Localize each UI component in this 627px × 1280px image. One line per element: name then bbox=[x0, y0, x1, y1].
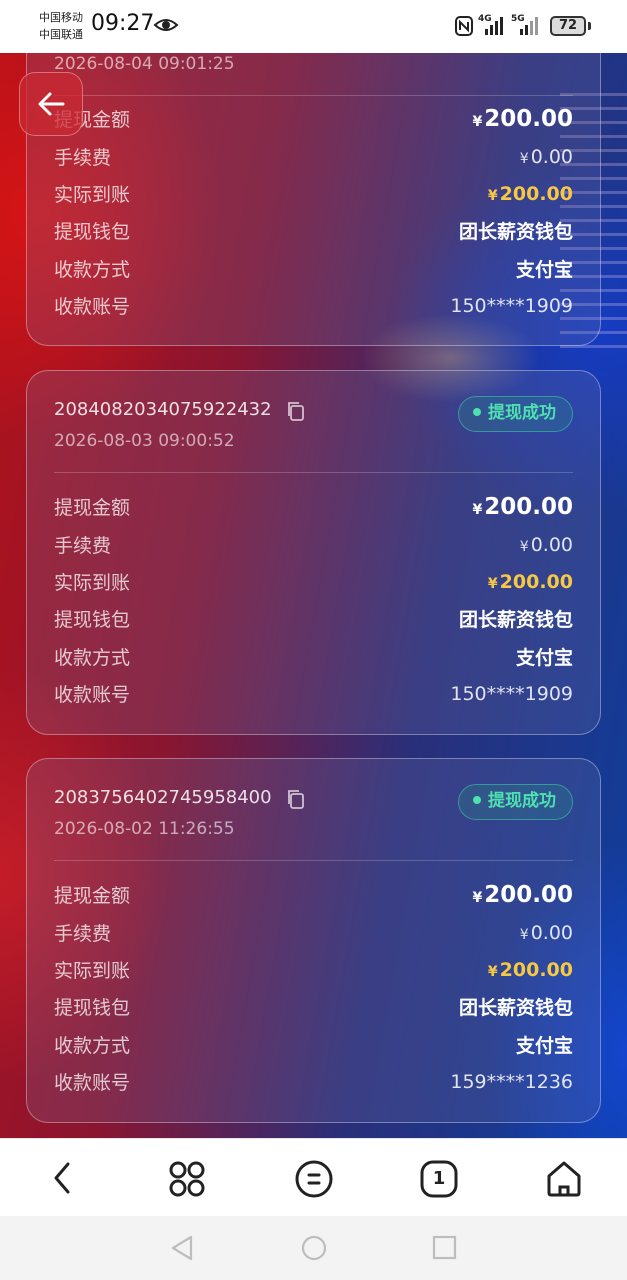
status-dot-icon bbox=[473, 408, 481, 416]
status-badge: 提现成功 bbox=[458, 784, 573, 820]
fee-amount: ¥0.00 bbox=[519, 533, 573, 556]
nfc-icon bbox=[455, 16, 473, 36]
withdrawal-card: 2026-08-04 09:01:25 提现金额 ¥200.00 手续费 ¥0.… bbox=[26, 53, 601, 346]
apps-icon[interactable] bbox=[167, 1159, 207, 1199]
row-label: 提现钱包 bbox=[54, 221, 131, 243]
detail-row: 收款方式 支付宝 bbox=[54, 638, 573, 675]
wallet-name: 团长薪资钱包 bbox=[458, 609, 573, 631]
row-label: 提现钱包 bbox=[54, 609, 131, 631]
row-label: 收款账号 bbox=[54, 296, 131, 318]
order-number: 2084082034075922432 bbox=[54, 399, 272, 420]
detail-row: 收款方式 支付宝 bbox=[54, 250, 573, 287]
battery-indicator: 72 bbox=[550, 16, 586, 36]
clock: 09:27 bbox=[91, 11, 155, 36]
detail-row: 提现金额 ¥200.00 bbox=[54, 876, 573, 913]
copy-icon[interactable] bbox=[285, 400, 307, 422]
payment-method: 支付宝 bbox=[515, 1035, 573, 1057]
system-navigation-bar bbox=[0, 1216, 627, 1280]
account-number: 150****1909 bbox=[450, 682, 573, 705]
row-label: 手续费 bbox=[54, 535, 112, 557]
back-icon[interactable] bbox=[46, 1159, 80, 1197]
nav-recents-icon[interactable] bbox=[431, 1234, 457, 1262]
carrier-1: 中国移动 bbox=[39, 11, 83, 24]
row-label: 实际到账 bbox=[54, 572, 131, 594]
wallet-name: 团长薪资钱包 bbox=[458, 221, 573, 243]
received-amount: ¥200.00 bbox=[487, 958, 573, 981]
card-header: 2026-08-04 09:01:25 bbox=[27, 53, 600, 96]
row-label: 收款方式 bbox=[54, 1035, 131, 1057]
order-time: 2026-08-03 09:00:52 bbox=[54, 431, 235, 451]
row-label: 收款方式 bbox=[54, 259, 131, 281]
detail-row: 实际到账 ¥200.00 bbox=[54, 175, 573, 212]
fee-amount: ¥0.00 bbox=[519, 145, 573, 168]
eye-icon bbox=[153, 19, 179, 31]
battery-tip bbox=[588, 22, 591, 30]
withdraw-amount: ¥200.00 bbox=[472, 105, 573, 132]
received-amount: ¥200.00 bbox=[487, 182, 573, 205]
detail-row: 收款账号 159****1236 bbox=[54, 1063, 573, 1100]
row-label: 实际到账 bbox=[54, 184, 131, 206]
detail-row: 收款方式 支付宝 bbox=[54, 1026, 573, 1063]
status-badge: 提现成功 bbox=[458, 396, 573, 432]
nav-home-icon[interactable] bbox=[300, 1234, 328, 1262]
tab-count: 1 bbox=[432, 1168, 446, 1189]
order-number: 2083756402745958400 bbox=[54, 787, 272, 808]
back-button[interactable] bbox=[19, 72, 83, 136]
row-label: 收款方式 bbox=[54, 647, 131, 669]
order-time: 2026-08-02 11:26:55 bbox=[54, 819, 235, 839]
status-dot-icon bbox=[473, 796, 481, 804]
nav-back-icon[interactable] bbox=[169, 1234, 195, 1262]
detail-row: 收款账号 150****1909 bbox=[54, 287, 573, 324]
status-bar: 中国移动 中国联通 09:27 4G 5G 72 bbox=[0, 0, 627, 53]
menu-icon[interactable] bbox=[294, 1159, 334, 1199]
order-time: 2026-08-04 09:01:25 bbox=[54, 54, 235, 74]
carrier-2: 中国联通 bbox=[39, 28, 83, 41]
detail-row: 提现金额 ¥200.00 bbox=[54, 100, 573, 137]
withdraw-amount: ¥200.00 bbox=[472, 493, 573, 520]
account-number: 159****1236 bbox=[450, 1070, 573, 1093]
detail-row: 手续费 ¥0.00 bbox=[54, 526, 573, 563]
received-amount: ¥200.00 bbox=[487, 570, 573, 593]
row-label: 提现钱包 bbox=[54, 997, 131, 1019]
detail-row: 手续费 ¥0.00 bbox=[54, 138, 573, 175]
payment-method: 支付宝 bbox=[515, 647, 573, 669]
row-label: 收款账号 bbox=[54, 684, 131, 706]
signal-icon-2 bbox=[520, 17, 538, 35]
row-label: 收款账号 bbox=[54, 1072, 131, 1094]
carrier-info: 中国移动 中国联通 bbox=[39, 9, 83, 43]
row-label: 手续费 bbox=[54, 923, 112, 945]
row-label: 实际到账 bbox=[54, 960, 131, 982]
detail-row: 实际到账 ¥200.00 bbox=[54, 951, 573, 988]
withdraw-amount: ¥200.00 bbox=[472, 881, 573, 908]
account-number: 150****1909 bbox=[450, 294, 573, 317]
detail-row: 实际到账 ¥200.00 bbox=[54, 563, 573, 600]
fee-amount: ¥0.00 bbox=[519, 921, 573, 944]
withdrawal-card: 2083756402745958400 2026-08-02 11:26:55 … bbox=[26, 758, 601, 1123]
divider bbox=[54, 95, 573, 96]
browser-toolbar: 1 bbox=[0, 1138, 627, 1216]
withdrawal-records-page: 2026-08-04 09:01:25 提现金额 ¥200.00 手续费 ¥0.… bbox=[0, 53, 627, 1138]
wallet-name: 团长薪资钱包 bbox=[458, 997, 573, 1019]
home-icon[interactable] bbox=[544, 1159, 584, 1199]
row-label: 手续费 bbox=[54, 147, 112, 169]
detail-row: 提现钱包 团长薪资钱包 bbox=[54, 600, 573, 637]
signal-icon bbox=[485, 17, 503, 35]
arrow-left-icon bbox=[38, 92, 65, 116]
detail-row: 收款账号 150****1909 bbox=[54, 675, 573, 712]
copy-icon[interactable] bbox=[285, 788, 307, 810]
card-header: 2083756402745958400 2026-08-02 11:26:55 … bbox=[27, 759, 600, 861]
tabs-button[interactable]: 1 bbox=[419, 1159, 459, 1199]
card-header: 2084082034075922432 2026-08-03 09:00:52 … bbox=[27, 371, 600, 473]
detail-row: 提现金额 ¥200.00 bbox=[54, 488, 573, 525]
withdrawal-card: 2084082034075922432 2026-08-03 09:00:52 … bbox=[26, 370, 601, 735]
row-label: 提现金额 bbox=[54, 885, 131, 907]
detail-row: 提现钱包 团长薪资钱包 bbox=[54, 212, 573, 249]
divider bbox=[54, 860, 573, 861]
detail-row: 手续费 ¥0.00 bbox=[54, 914, 573, 951]
payment-method: 支付宝 bbox=[515, 259, 573, 281]
row-label: 提现金额 bbox=[54, 497, 131, 519]
detail-row: 提现钱包 团长薪资钱包 bbox=[54, 988, 573, 1025]
divider bbox=[54, 472, 573, 473]
